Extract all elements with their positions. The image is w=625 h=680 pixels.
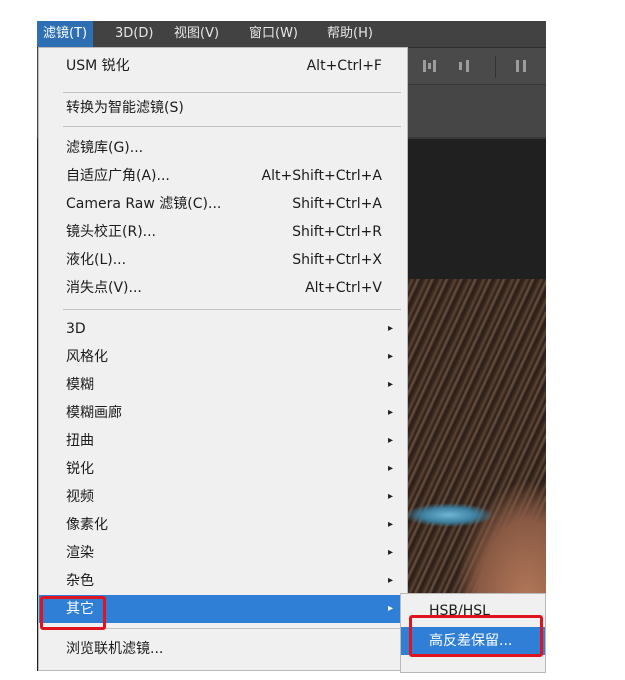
submenu-arrow-icon: ▸ [387,463,393,474]
menu-item-label: 锐化 [66,461,94,477]
distribute-horizontal-centers-icon[interactable] [421,57,439,75]
submenu-arrow-icon: ▸ [387,603,393,614]
menu-item-vanishing-point[interactable]: 消失点(V)... Alt+Ctrl+V [39,274,407,302]
menu-item-label: 自适应广角(A)... [66,168,170,184]
menu-3d[interactable]: 3D(D) [109,21,159,47]
menu-item-label: 3D [66,321,86,337]
distribute-spacing-icon[interactable] [513,57,531,75]
menu-separator [63,628,401,629]
submenu-arrow-icon: ▸ [387,323,393,334]
submenu-arrow-icon: ▸ [387,575,393,586]
menu-item-pixelate[interactable]: 像素化 ▸ [39,511,407,539]
submenu-arrow-icon: ▸ [387,407,393,418]
menu-item-blur[interactable]: 模糊 ▸ [39,371,407,399]
menu-help[interactable]: 帮助(H) [321,21,379,47]
menu-item-label: 模糊 [66,377,94,393]
menu-separator [63,92,401,93]
menu-item-label: 风格化 [66,349,108,365]
menu-item-label: 滤镜库(G)... [66,140,144,156]
menu-item-label: 液化(L)... [66,252,127,268]
submenu-arrow-icon: ▸ [387,491,393,502]
menu-item-browse-online-filters[interactable]: 浏览联机滤镜... [39,635,407,663]
menu-item-filter-gallery[interactable]: 滤镜库(G)... [39,134,407,162]
menu-window[interactable]: 窗口(W) [243,21,304,47]
menu-item-label: 扭曲 [66,433,94,449]
menu-item-shortcut: Shift+Ctrl+X [292,252,382,268]
menu-item-usm-sharpen[interactable]: USM 锐化 Alt+Ctrl+F [39,52,407,80]
menu-item-label: 镜头校正(R)... [66,224,157,240]
menu-item-stylize[interactable]: 风格化 ▸ [39,343,407,371]
menu-item-label: 视频 [66,489,94,505]
menu-item-shortcut: Alt+Ctrl+F [306,58,382,74]
menu-item-label: 像素化 [66,517,108,533]
menu-item-noise[interactable]: 杂色 ▸ [39,567,407,595]
menu-item-lens-correction[interactable]: 镜头校正(R)... Shift+Ctrl+R [39,218,407,246]
filter-dropdown-menu: USM 锐化 Alt+Ctrl+F 转换为智能滤镜(S) 滤镜库(G)... 自… [38,47,408,671]
highlight-box-other [40,596,106,630]
menu-item-adaptive-wide-angle[interactable]: 自适应广角(A)... Alt+Shift+Ctrl+A [39,162,407,190]
submenu-arrow-icon: ▸ [387,351,393,362]
highlight-box-high-pass [409,615,543,657]
menu-item-label: 渲染 [66,545,94,561]
menu-item-sharpen[interactable]: 锐化 ▸ [39,455,407,483]
menu-item-liquify[interactable]: 液化(L)... Shift+Ctrl+X [39,246,407,274]
submenu-arrow-icon: ▸ [387,379,393,390]
submenu-arrow-icon: ▸ [387,435,393,446]
menu-item-shortcut: Shift+Ctrl+R [292,224,382,240]
menu-separator [63,126,401,127]
menu-item-blur-gallery[interactable]: 模糊画廊 ▸ [39,399,407,427]
menu-item-shortcut: Alt+Shift+Ctrl+A [261,168,382,184]
menu-view[interactable]: 视图(V) [168,21,225,47]
menu-item-label: 杂色 [66,573,94,589]
photoshop-window: 滤镜(T) 3D(D) 视图(V) 窗口(W) 帮助(H) USM 锐化 Alt… [37,21,546,671]
menu-item-render[interactable]: 渲染 ▸ [39,539,407,567]
menu-item-shortcut: Alt+Ctrl+V [305,280,382,296]
distribute-right-edges-icon[interactable] [457,57,475,75]
toolbar-divider [495,56,496,78]
menu-item-3d[interactable]: 3D ▸ [39,315,407,343]
menu-separator [63,309,401,310]
menu-item-camera-raw[interactable]: Camera Raw 滤镜(C)... Shift+Ctrl+A [39,190,407,218]
menu-filter[interactable]: 滤镜(T) [37,21,94,47]
menu-item-label: 消失点(V)... [66,280,142,296]
menu-item-distort[interactable]: 扭曲 ▸ [39,427,407,455]
submenu-arrow-icon: ▸ [387,547,393,558]
menu-item-label: 模糊画廊 [66,405,122,421]
menu-item-video[interactable]: 视频 ▸ [39,483,407,511]
menu-item-label: 转换为智能滤镜(S) [66,100,184,116]
menu-item-convert-smart-filter[interactable]: 转换为智能滤镜(S) [39,94,407,122]
menu-item-label: 浏览联机滤镜... [66,641,164,657]
menu-item-label: Camera Raw 滤镜(C)... [66,196,222,212]
menu-item-label: USM 锐化 [66,58,130,74]
submenu-arrow-icon: ▸ [387,519,393,530]
menu-bar: 滤镜(T) 3D(D) 视图(V) 窗口(W) 帮助(H) [37,21,546,48]
menu-item-shortcut: Shift+Ctrl+A [292,196,382,212]
